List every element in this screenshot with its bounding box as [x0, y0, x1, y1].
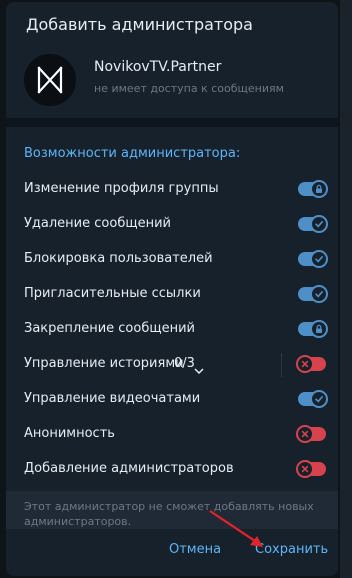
permission-label: Управление историями [24, 356, 184, 371]
permission-label: Закрепление сообщений [24, 321, 195, 336]
lock-icon [310, 320, 328, 338]
user-status: не имеет доступа к сообщениям [94, 82, 284, 95]
vertical-divider [281, 353, 282, 377]
avatar [24, 54, 76, 106]
permission-toggle[interactable] [296, 460, 326, 478]
checkmark-icon [310, 215, 328, 233]
permission-toggle[interactable] [298, 180, 328, 198]
dialog-title: Добавить администратора [26, 15, 253, 34]
permission-toggle[interactable] [296, 355, 326, 373]
close-icon [296, 355, 314, 373]
permission-row[interactable]: Удаление сообщений [6, 207, 338, 242]
permission-label: Удаление сообщений [24, 216, 171, 231]
permission-row[interactable]: Закрепление сообщений [6, 312, 338, 347]
footnote: Этот администратор не сможет добавлять н… [6, 491, 338, 529]
chevron-down-icon[interactable] [194, 360, 204, 379]
close-icon [296, 460, 314, 478]
permission-row[interactable]: Изменение профиля группы [6, 172, 338, 207]
permission-row[interactable]: Анонимность [6, 417, 338, 452]
permission-toggle[interactable] [298, 320, 328, 338]
section-divider [6, 118, 338, 127]
checkmark-icon [310, 250, 328, 268]
permission-label: Изменение профиля группы [24, 181, 219, 196]
permission-row[interactable]: Управление видеочатами [6, 382, 338, 417]
permission-label: Блокировка пользователей [24, 251, 213, 266]
permission-row[interactable]: Добавление администраторов [6, 452, 338, 487]
footnote-text: Этот администратор не сможет добавлять н… [24, 500, 314, 528]
permission-row[interactable]: Блокировка пользователей [6, 242, 338, 277]
permission-row[interactable]: Пригласительные ссылки [6, 277, 338, 312]
permission-toggle[interactable] [298, 390, 328, 408]
user-logo-icon [24, 54, 76, 106]
section-title: Возможности администратора: [24, 146, 241, 161]
permission-toggle[interactable] [298, 250, 328, 268]
user-name: NovikovTV.Partner [94, 59, 222, 75]
permission-label: Анонимность [24, 426, 115, 441]
permission-toggle[interactable] [296, 425, 326, 443]
permission-count: 0/3 [174, 356, 195, 371]
save-button[interactable]: Сохранить [255, 542, 328, 557]
permission-toggle[interactable] [298, 215, 328, 233]
permission-toggle[interactable] [298, 285, 328, 303]
permission-label: Управление видеочатами [24, 391, 201, 406]
background-panel-right [340, 0, 352, 578]
permission-label: Добавление администраторов [24, 461, 234, 476]
checkmark-icon [310, 390, 328, 408]
cancel-button[interactable]: Отмена [169, 542, 221, 557]
permission-label: Пригласительные ссылки [24, 286, 201, 301]
add-admin-dialog: Добавить администратора NovikovTV.Partne… [6, 2, 338, 576]
permission-row[interactable]: Управление историями 0/3 [6, 347, 338, 382]
close-icon [296, 425, 314, 443]
lock-icon [310, 180, 328, 198]
checkmark-icon [310, 285, 328, 303]
